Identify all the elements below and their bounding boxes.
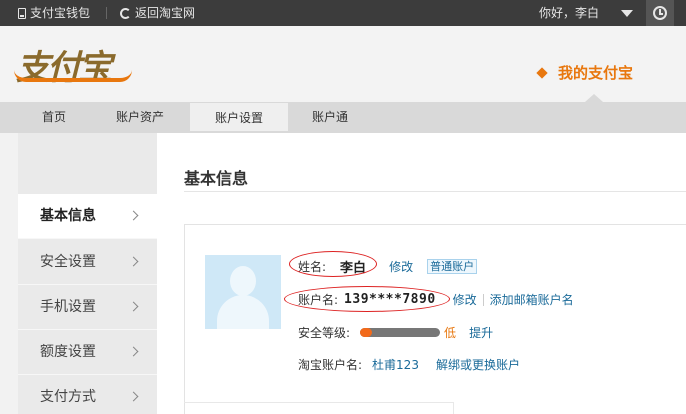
avatar-body [217, 295, 269, 329]
sidebar-item-phone[interactable]: 手机设置 [18, 285, 157, 330]
security-level-text: 低 [444, 326, 457, 340]
tab-home[interactable]: 首页 [18, 102, 90, 133]
security-label: 安全等级: [298, 326, 351, 340]
tab-account-link[interactable]: 账户通 [290, 102, 370, 133]
chevron-right-icon [128, 301, 139, 312]
diamond-icon [536, 66, 548, 79]
security-level-fill [360, 328, 373, 337]
sidebar-item-label: 安全设置 [40, 254, 96, 270]
tab-account-assets[interactable]: 账户资产 [100, 102, 180, 133]
sidebar: 基本信息 安全设置 手机设置 额度设置 支付方式 [18, 133, 157, 414]
account-label: 账户名: [298, 293, 339, 307]
back-link-label: 返回淘宝网 [135, 6, 196, 20]
wallet-icon [18, 7, 26, 19]
reminder-button[interactable] [646, 0, 674, 26]
topbar-divider [106, 7, 107, 19]
greeting: 你好，李白 [539, 6, 600, 20]
my-alipay-label: 我的支付宝 [558, 64, 634, 82]
chevron-right-icon [128, 391, 139, 402]
sidebar-item-label: 手机设置 [40, 299, 96, 315]
add-email-link[interactable]: 添加邮箱账户名 [490, 291, 574, 308]
account-row: 账户名: 139****7890 修改 添加邮箱账户名 [298, 291, 574, 308]
sidebar-item-label: 基本信息 [40, 208, 96, 224]
security-level-meter [360, 328, 441, 337]
edit-account-link[interactable]: 修改 [453, 291, 477, 308]
tab-account-settings[interactable]: 账户设置 [190, 103, 288, 131]
my-alipay-link[interactable]: 我的支付宝 [536, 62, 634, 83]
row-divider [482, 293, 484, 306]
taobao-row: 淘宝账户名: 杜甫123 解绑或更换账户 [298, 356, 520, 373]
security-row: 安全等级: 低 提升 [298, 324, 493, 341]
avatar-head [230, 266, 256, 296]
edit-name-link[interactable]: 修改 [389, 258, 413, 275]
alipay-logo[interactable]: 支付宝 [14, 40, 132, 88]
header-pointer [585, 94, 603, 102]
name-value: 李白 [340, 261, 367, 276]
top-bar: 支付宝钱包 返回淘宝网 你好，李白 [0, 0, 686, 26]
chevron-right-icon [128, 210, 139, 221]
return-icon [120, 7, 131, 19]
upgrade-security-link[interactable]: 提升 [469, 324, 493, 341]
chevron-down-icon[interactable] [621, 10, 633, 17]
unbind-change-account-link[interactable]: 解绑或更换账户 [436, 356, 520, 373]
sidebar-item-basic-info[interactable]: 基本信息 [18, 194, 157, 239]
wallet-link-label: 支付宝钱包 [30, 6, 91, 20]
sidebar-item-payment[interactable]: 支付方式 [18, 375, 157, 414]
account-type-badge: 普通账户 [427, 259, 478, 274]
title-divider [184, 191, 686, 192]
back-to-taobao-link[interactable]: 返回淘宝网 [120, 0, 195, 26]
avatar [205, 255, 281, 329]
wallet-link[interactable]: 支付宝钱包 [18, 0, 90, 26]
sidebar-item-label: 额度设置 [40, 344, 96, 360]
name-row: 姓名: 李白 修改 普通账户 [298, 257, 478, 276]
account-value: 139****7890 [344, 292, 436, 307]
card-footer-divider [184, 402, 454, 414]
chevron-right-icon [128, 346, 139, 357]
name-label: 姓名: [298, 260, 327, 274]
main-nav: 首页 账户资产 账户设置 账户通 [0, 102, 686, 133]
header: 支付宝 我的支付宝 [0, 26, 686, 102]
sidebar-item-label: 支付方式 [40, 389, 96, 405]
taobao-label: 淘宝账户名: [298, 358, 363, 372]
sidebar-item-limits[interactable]: 额度设置 [18, 330, 157, 375]
sidebar-item-security[interactable]: 安全设置 [18, 240, 157, 285]
chevron-right-icon [128, 256, 139, 267]
page-title: 基本信息 [184, 169, 249, 188]
taobao-account-link[interactable]: 杜甫123 [372, 356, 419, 373]
logo-swoosh [14, 70, 132, 82]
alarm-clock-icon [653, 6, 667, 20]
